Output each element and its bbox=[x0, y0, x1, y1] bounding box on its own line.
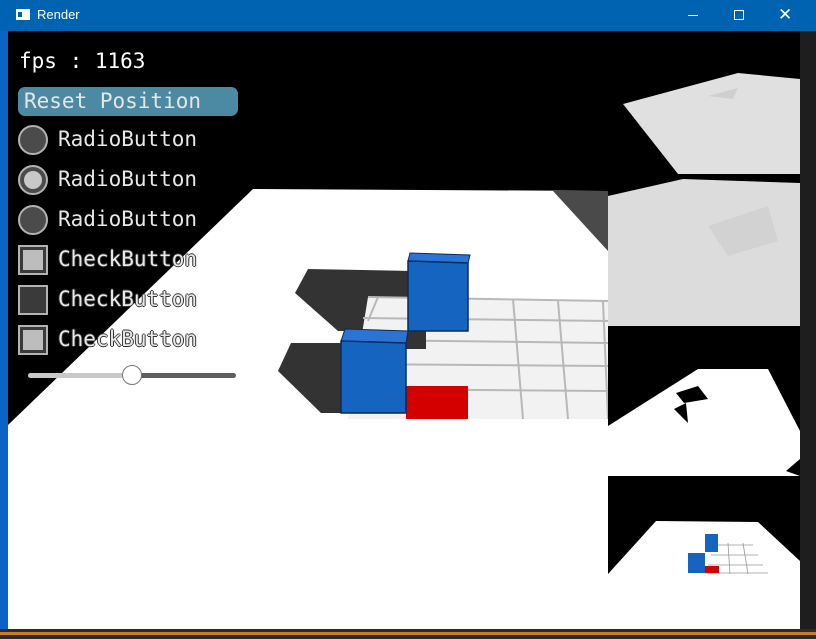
grid-dark-cell bbox=[406, 331, 426, 349]
slider-thumb[interactable] bbox=[122, 365, 142, 385]
maximize-button[interactable] bbox=[716, 0, 762, 31]
checkbox-icon[interactable] bbox=[18, 285, 48, 315]
preview-depth bbox=[608, 179, 800, 326]
radio-circle-icon[interactable] bbox=[18, 125, 48, 155]
app-window-icon bbox=[16, 9, 30, 20]
check-button-label: CheckButton bbox=[58, 247, 198, 271]
render-viewport[interactable]: fps : 1163 Reset Position RadioButton Ra… bbox=[8, 31, 800, 629]
radio-button-label: RadioButton bbox=[58, 207, 198, 231]
check-button-label: CheckButton bbox=[58, 327, 198, 351]
close-icon: ✕ bbox=[778, 5, 793, 25]
radio-button-1[interactable]: RadioButton bbox=[18, 124, 238, 156]
radio-circle-icon[interactable] bbox=[18, 205, 48, 235]
checkbox-checked-icon[interactable] bbox=[18, 325, 48, 355]
fps-counter: fps : 1163 bbox=[19, 49, 146, 73]
reset-position-button[interactable]: Reset Position bbox=[18, 87, 238, 116]
radio-button-2[interactable]: RadioButton bbox=[18, 164, 238, 196]
taskbar-accent bbox=[0, 632, 816, 635]
preview-top-shaded bbox=[623, 73, 800, 174]
red-marker-tile bbox=[406, 386, 468, 419]
check-button-label: CheckButton bbox=[58, 287, 198, 311]
title-bar[interactable]: Render ✕ bbox=[0, 0, 816, 31]
cube-front bbox=[340, 328, 409, 414]
close-button[interactable]: ✕ bbox=[762, 0, 808, 31]
slider-track-filled bbox=[28, 373, 132, 378]
checkbox-checked-icon[interactable] bbox=[18, 245, 48, 275]
check-button-2[interactable]: CheckButton bbox=[18, 284, 238, 316]
radio-button-label: RadioButton bbox=[58, 167, 198, 191]
minimize-button[interactable] bbox=[670, 0, 716, 31]
maximize-icon bbox=[734, 10, 744, 20]
slider[interactable] bbox=[28, 364, 238, 388]
check-button-1[interactable]: CheckButton bbox=[18, 244, 238, 276]
window-title: Render bbox=[37, 7, 80, 22]
radio-button-3[interactable]: RadioButton bbox=[18, 204, 238, 236]
minimize-icon bbox=[688, 15, 698, 16]
check-button-3[interactable]: CheckButton bbox=[18, 324, 238, 356]
background-editor-strip bbox=[800, 31, 816, 629]
cube-back bbox=[407, 252, 471, 332]
preview-shadow-map bbox=[608, 331, 800, 476]
app-window: Render ✕ fps: 1163 Reset Position Radio… bbox=[0, 0, 816, 632]
radio-button-label: RadioButton bbox=[58, 127, 198, 151]
preview-minimap bbox=[608, 481, 800, 629]
radio-circle-selected-icon[interactable] bbox=[18, 165, 48, 195]
